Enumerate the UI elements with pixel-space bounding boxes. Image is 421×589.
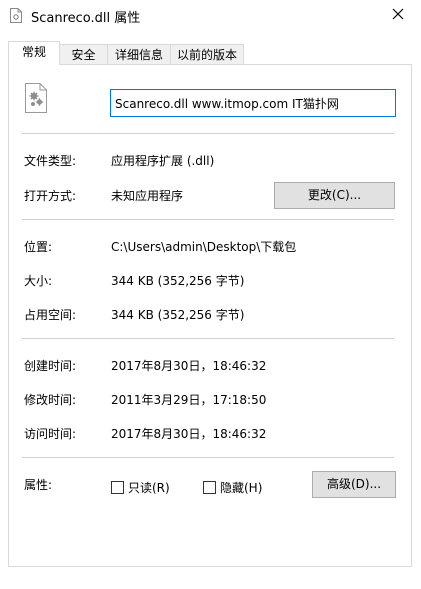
accessed-value: 2017年8月30日，18:46:32	[111, 427, 267, 441]
created-value: 2017年8月30日，18:46:32	[111, 359, 267, 373]
tab-general[interactable]: 常规	[8, 41, 60, 65]
title-bar[interactable]: Scanreco.dll 属性	[0, 0, 421, 31]
tab-security[interactable]: 安全	[59, 44, 108, 64]
tab-previous-versions[interactable]: 以前的版本	[170, 44, 244, 64]
modified-label: 修改时间:	[24, 393, 77, 407]
separator	[22, 219, 394, 220]
created-label: 创建时间:	[24, 359, 77, 373]
separator	[22, 133, 394, 134]
change-button[interactable]: 更改(C)...	[274, 182, 395, 209]
file-type-value: 应用程序扩展 (.dll)	[111, 154, 215, 168]
tab-details[interactable]: 详细信息	[107, 44, 171, 64]
dll-gear-file-icon	[22, 83, 50, 113]
readonly-checkbox[interactable]: 只读(R)	[111, 479, 170, 496]
attributes-label: 属性:	[24, 478, 53, 492]
separator	[22, 457, 394, 458]
close-icon[interactable]	[392, 8, 404, 23]
location-label: 位置:	[24, 240, 53, 254]
file-type-label: 文件类型:	[24, 154, 77, 168]
window-title: Scanreco.dll 属性	[31, 11, 141, 26]
accessed-label: 访问时间:	[24, 427, 77, 441]
size-on-disk-label: 占用空间:	[24, 308, 77, 322]
tab-strip: 常规 安全 详细信息 以前的版本	[8, 41, 413, 65]
modified-value: 2011年3月29日，17:18:50	[111, 393, 267, 407]
size-on-disk-value: 344 KB (352,256 字节)	[111, 308, 245, 322]
open-with-value: 未知应用程序	[111, 189, 184, 203]
size-label: 大小:	[24, 274, 53, 288]
close-button[interactable]	[375, 0, 421, 31]
open-with-label: 打开方式:	[24, 189, 77, 203]
location-value: C:\Users\admin\Desktop\下载包	[111, 240, 297, 254]
checkbox-box[interactable]	[111, 481, 124, 494]
separator	[22, 338, 394, 339]
advanced-button[interactable]: 高级(D)...	[312, 471, 396, 498]
readonly-label[interactable]: 只读(R)	[128, 479, 170, 496]
size-value: 344 KB (352,256 字节)	[111, 274, 245, 288]
hidden-checkbox[interactable]: 隐藏(H)	[203, 479, 262, 496]
dll-file-icon	[10, 8, 22, 23]
checkbox-box[interactable]	[203, 481, 216, 494]
file-name-input[interactable]	[110, 89, 396, 117]
hidden-label[interactable]: 隐藏(H)	[220, 479, 262, 496]
